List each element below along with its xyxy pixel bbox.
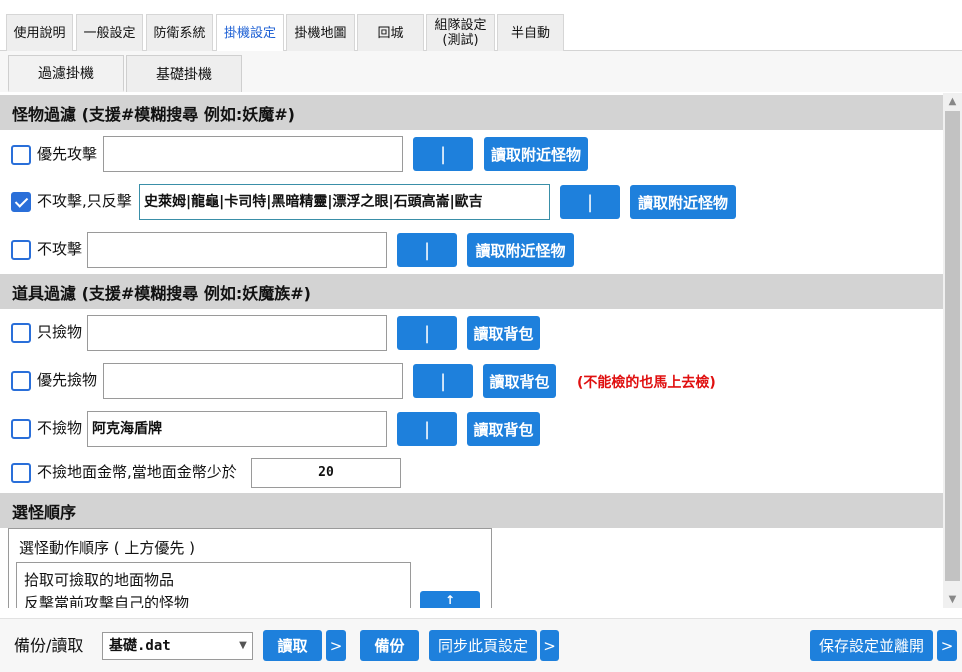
priority-attack-checkbox[interactable] [11, 145, 31, 165]
read-file-button[interactable]: 讀取 [263, 630, 322, 661]
counter-only-separator-button[interactable]: | [560, 185, 620, 219]
no-attack-separator-button[interactable]: | [397, 233, 457, 267]
no-pick-separator-button[interactable]: | [397, 412, 457, 446]
priority-attack-label: 優先攻擊 [37, 145, 98, 163]
priority-pick-input[interactable] [103, 363, 403, 399]
no-attack-label: 不攻擊 [37, 240, 83, 258]
save-more-button[interactable]: > [937, 630, 957, 661]
gold-threshold-input[interactable]: 20 [251, 458, 401, 488]
tab-return-town[interactable]: 回城 [357, 14, 424, 51]
no-pick-label: 不撿物 [37, 419, 83, 437]
only-pick-read-bag-button[interactable]: 讀取背包 [467, 316, 540, 350]
monster-order-group-label: 選怪動作順序 ( 上方優先 ) [19, 539, 196, 557]
list-item[interactable]: 反擊當前攻擊自己的怪物 [24, 592, 189, 608]
priority-pick-checkbox[interactable] [11, 371, 31, 391]
scroll-down-icon[interactable]: ▼ [943, 591, 962, 608]
priority-attack-input[interactable] [103, 136, 403, 172]
vertical-scrollbar[interactable]: ▲ ▼ [943, 93, 962, 608]
only-pick-separator-button[interactable]: | [397, 316, 457, 350]
priority-attack-read-nearby-button[interactable]: 讀取附近怪物 [484, 137, 588, 171]
move-up-button[interactable]: ↑ [420, 591, 480, 608]
chevron-down-icon[interactable]: ▼ [236, 636, 250, 654]
only-pick-input[interactable] [87, 315, 387, 351]
skip-gold-checkbox[interactable] [11, 463, 31, 483]
tab-general-settings[interactable]: 一般設定 [76, 14, 143, 51]
only-pick-label: 只撿物 [37, 323, 83, 341]
only-pick-checkbox[interactable] [11, 323, 31, 343]
sync-page-button[interactable]: 同步此頁設定 [429, 630, 537, 661]
priority-pick-label: 優先撿物 [37, 371, 98, 389]
no-pick-checkbox[interactable] [11, 419, 31, 439]
tab-usage[interactable]: 使用說明 [6, 14, 73, 51]
priority-attack-separator-button[interactable]: | [413, 137, 473, 171]
tab-party-settings[interactable]: 組隊設定 (測試) [426, 14, 495, 51]
settings-panel: 怪物過濾 (支援#模糊搜尋 例如:妖魔#) 優先攻擊 | 讀取附近怪物 不攻擊,… [0, 93, 943, 608]
no-attack-checkbox[interactable] [11, 240, 31, 260]
config-file-select[interactable]: 基礎.dat [102, 632, 253, 660]
save-and-exit-button[interactable]: 保存設定並離開 [810, 630, 933, 661]
skip-gold-label: 不撿地面金幣,當地面金幣少於 [37, 463, 237, 481]
tab-defense-system[interactable]: 防衛系統 [146, 14, 213, 51]
monster-order-list[interactable]: 拾取可撿取的地面物品 反擊當前攻擊自己的怪物 [16, 562, 411, 608]
priority-pick-read-bag-button[interactable]: 讀取背包 [483, 364, 556, 398]
subtab-basic-afk[interactable]: 基礎掛機 [126, 55, 242, 92]
tab-afk-settings[interactable]: 掛機設定 [216, 14, 284, 52]
tab-semi-auto[interactable]: 半自動 [497, 14, 564, 51]
no-pick-input[interactable]: 阿克海盾牌 [87, 411, 387, 447]
backup-read-label: 備份/讀取 [14, 636, 84, 655]
scroll-thumb[interactable] [945, 111, 960, 581]
counter-only-checkbox[interactable] [11, 192, 31, 212]
backup-button[interactable]: 備份 [360, 630, 419, 661]
counter-only-label: 不攻擊,只反擊 [37, 192, 132, 210]
no-attack-input[interactable] [87, 232, 387, 268]
list-item[interactable]: 拾取可撿取的地面物品 [24, 569, 174, 590]
sub-tab-bar: 過濾掛機 基礎掛機 [0, 51, 962, 92]
monster-order-header: 選怪順序 [0, 493, 943, 528]
main-tab-bar: 使用說明 一般設定 防衛系統 掛機設定 掛機地圖 回城 組隊設定 (測試) 半自… [0, 0, 962, 52]
counter-only-read-nearby-button[interactable]: 讀取附近怪物 [630, 185, 736, 219]
scroll-up-icon[interactable]: ▲ [943, 93, 962, 110]
tab-afk-map[interactable]: 掛機地圖 [286, 14, 355, 51]
read-more-button[interactable]: > [326, 630, 346, 661]
subtab-filter-afk[interactable]: 過濾掛機 [8, 55, 124, 92]
monster-filter-header: 怪物過濾 (支援#模糊搜尋 例如:妖魔#) [0, 95, 943, 130]
item-filter-header: 道具過濾 (支援#模糊搜尋 例如:妖魔族#) [0, 274, 943, 309]
priority-pick-note: (不能檢的也馬上去檢) [577, 375, 716, 391]
no-pick-read-bag-button[interactable]: 讀取背包 [467, 412, 540, 446]
no-attack-read-nearby-button[interactable]: 讀取附近怪物 [467, 233, 574, 267]
sync-more-button[interactable]: > [540, 630, 559, 661]
counter-only-input[interactable]: 史萊姆|龍龜|卡司特|黑暗精靈|漂浮之眼|石頭高崙|歐吉 [139, 184, 550, 220]
priority-pick-separator-button[interactable]: | [413, 364, 473, 398]
